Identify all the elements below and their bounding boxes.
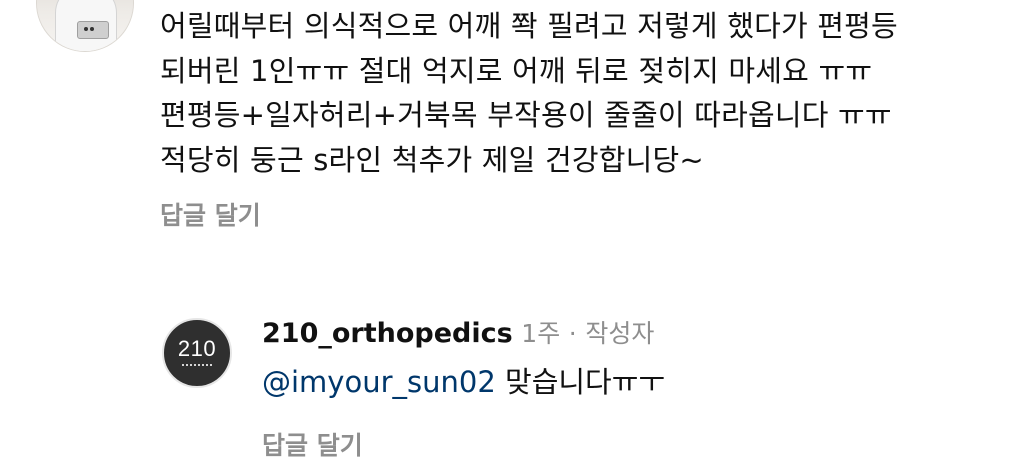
comment-top: 어릴때부터 의식적으로 어깨 쫙 필려고 저렇게 했다가 편평등 되버린 1인ㅠ…	[0, 0, 1028, 250]
username[interactable]: 210_orthopedics	[262, 318, 513, 349]
mention-link[interactable]: @imyour_sun02	[262, 365, 496, 399]
comment-line: 어릴때부터 의식적으로 어깨 쫙 필려고 저렇게 했다가 편평등	[160, 9, 898, 43]
comment-line: 편평등+일자허리+거북목 부작용이 줄줄이 따라옵니다 ㅠㅠ	[160, 98, 892, 132]
avatar[interactable]	[36, 0, 134, 52]
reply-text: @imyour_sun02 맞습니다ㅠㅜ	[262, 362, 665, 402]
comment-line: 되버린 1인ㅠㅠ 절대 억지로 어깨 뒤로 젖히지 마세요 ㅠㅠ	[160, 53, 873, 88]
avatar-phone	[77, 21, 109, 39]
phone-camera-dot	[84, 27, 88, 31]
timestamp: 1주	[521, 319, 561, 348]
reply-button[interactable]: 답글 달기	[160, 196, 261, 232]
author-badge: 작성자	[585, 319, 655, 348]
avatar-logo-text: 210	[177, 336, 217, 361]
avatar-logo-subtext-decoration	[164, 364, 230, 366]
reply-body: 맞습니다ㅠㅜ	[495, 365, 666, 399]
comment-line: 적당히 둥근 s라인 척추가 제일 건강합니당~	[160, 142, 704, 177]
reply-button[interactable]: 답글 달기	[262, 426, 363, 462]
meta-separator: ·	[568, 319, 577, 348]
comment-text: 어릴때부터 의식적으로 어깨 쫙 필려고 저렇게 했다가 편평등 되버린 1인ㅠ…	[160, 4, 1020, 182]
brand-avatar[interactable]: 210	[162, 318, 232, 388]
phone-camera-dot	[90, 27, 94, 31]
reply-header: 210_orthopedics 1주 · 작성자	[262, 316, 654, 352]
